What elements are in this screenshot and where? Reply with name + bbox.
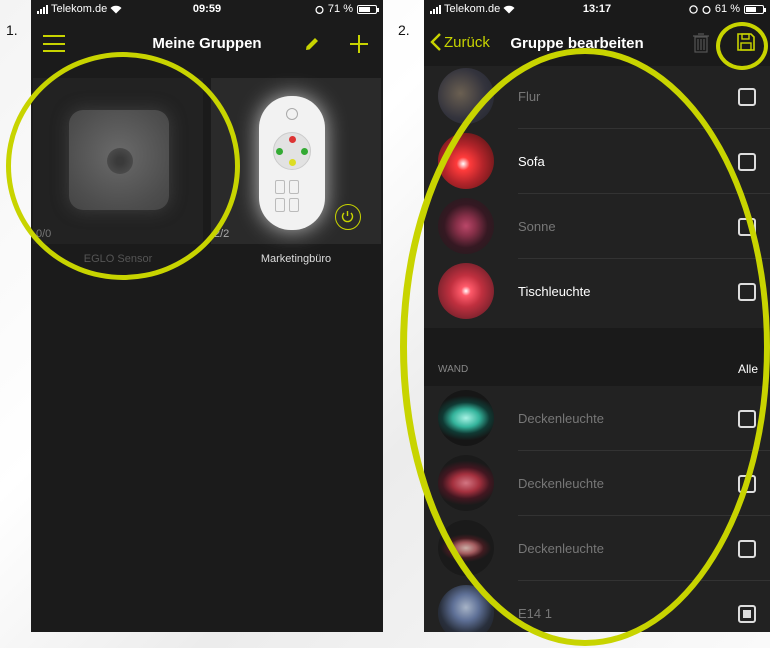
page-title: Meine Gruppen bbox=[152, 35, 262, 52]
power-button[interactable] bbox=[335, 204, 361, 230]
battery-icon bbox=[357, 4, 379, 14]
light-checkbox[interactable] bbox=[738, 87, 756, 106]
battery-icon bbox=[744, 4, 766, 14]
highlight-circle-save bbox=[716, 22, 768, 70]
step-label-2: 2. bbox=[398, 22, 410, 38]
remote-control-image bbox=[259, 96, 325, 230]
location-icon bbox=[689, 4, 698, 14]
trash-icon[interactable] bbox=[692, 32, 710, 54]
step-label-1: 1. bbox=[6, 22, 18, 38]
light-checkbox[interactable] bbox=[738, 539, 756, 558]
power-icon bbox=[341, 211, 354, 223]
highlight-circle-list bbox=[400, 48, 770, 646]
group-name: Marketingbüro bbox=[260, 253, 332, 265]
alarm-icon bbox=[702, 5, 711, 14]
status-bar: Telekom.de 09:59 71 % bbox=[31, 0, 383, 20]
light-checkbox[interactable] bbox=[738, 604, 756, 623]
plus-icon[interactable] bbox=[349, 34, 369, 54]
alarm-icon bbox=[315, 5, 324, 14]
light-checkbox[interactable] bbox=[738, 152, 756, 171]
battery-percent: 71 % bbox=[327, 3, 353, 15]
status-bar: Telekom.de 13:17 61 % bbox=[424, 0, 770, 20]
highlight-circle-sensor bbox=[6, 52, 240, 280]
battery-percent: 61 % bbox=[714, 3, 740, 15]
pencil-icon[interactable] bbox=[303, 35, 321, 53]
